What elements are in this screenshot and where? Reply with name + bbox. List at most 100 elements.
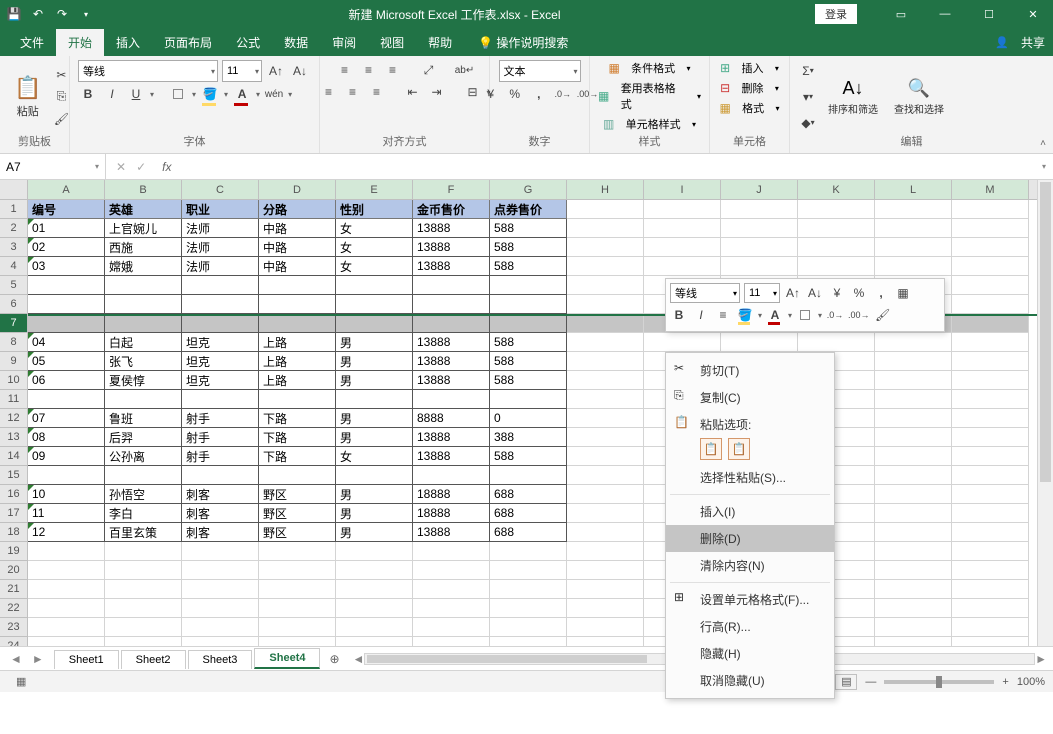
cell-E7[interactable] xyxy=(336,316,413,333)
fill-color-button[interactable]: 🪣 xyxy=(200,84,220,104)
cell-C14[interactable]: 射手 xyxy=(182,447,259,466)
cell-D18[interactable]: 野区 xyxy=(259,523,336,542)
cm-hide[interactable]: 隐藏(H) xyxy=(666,640,834,667)
cell-M7[interactable] xyxy=(952,316,1029,333)
mini-inc-decimal-icon[interactable]: .0→ xyxy=(826,306,844,324)
cell-H17[interactable] xyxy=(567,504,644,523)
cell-H18[interactable] xyxy=(567,523,644,542)
cell-B21[interactable] xyxy=(105,580,182,599)
cell-L15[interactable] xyxy=(875,466,952,485)
align-bottom-icon[interactable]: ≡ xyxy=(383,60,403,80)
cell-B8[interactable]: 白起 xyxy=(105,333,182,352)
cell-A18[interactable]: 12 xyxy=(28,523,105,542)
sheet-tab-Sheet3[interactable]: Sheet3 xyxy=(188,650,253,669)
orientation-icon[interactable]: ⤢ xyxy=(419,60,439,80)
cell-D15[interactable] xyxy=(259,466,336,485)
col-header-H[interactable]: H xyxy=(567,180,644,199)
row-header-24[interactable]: 24 xyxy=(0,637,27,646)
row-header-11[interactable]: 11 xyxy=(0,390,27,409)
cell-M11[interactable] xyxy=(952,390,1029,409)
cell-C22[interactable] xyxy=(182,599,259,618)
align-right-icon[interactable]: ≡ xyxy=(367,82,387,102)
cell-L9[interactable] xyxy=(875,352,952,371)
cell-A5[interactable] xyxy=(28,276,105,295)
cell-C4[interactable]: 法师 xyxy=(182,257,259,276)
cell-C10[interactable]: 坦克 xyxy=(182,371,259,390)
cell-A3[interactable]: 02 xyxy=(28,238,105,257)
cell-G13[interactable]: 388 xyxy=(490,428,567,447)
sort-filter-button[interactable]: A↓ 排序和筛选 xyxy=(822,76,884,118)
cell-M17[interactable] xyxy=(952,504,1029,523)
add-sheet-button[interactable]: ⊕ xyxy=(322,652,346,666)
cell-M8[interactable] xyxy=(952,333,1029,352)
cell-C23[interactable] xyxy=(182,618,259,637)
cell-G20[interactable] xyxy=(490,561,567,580)
cell-D10[interactable]: 上路 xyxy=(259,371,336,390)
cell-D8[interactable]: 上路 xyxy=(259,333,336,352)
cell-M9[interactable] xyxy=(952,352,1029,371)
row-header-5[interactable]: 5 xyxy=(0,276,27,295)
mini-bold-button[interactable]: B xyxy=(670,306,688,324)
cell-B6[interactable] xyxy=(105,295,182,314)
cell-A7[interactable] xyxy=(28,316,105,333)
mini-border-icon[interactable] xyxy=(796,306,814,324)
cell-B5[interactable] xyxy=(105,276,182,295)
mini-align-icon[interactable]: ≡ xyxy=(714,306,732,324)
cell-G24[interactable] xyxy=(490,637,567,646)
cell-L14[interactable] xyxy=(875,447,952,466)
qat-dropdown-icon[interactable]: ▾ xyxy=(78,6,94,22)
cell-A23[interactable] xyxy=(28,618,105,637)
cell-E14[interactable]: 女 xyxy=(336,447,413,466)
cell-D6[interactable] xyxy=(259,295,336,314)
merge-center-icon[interactable]: ⊟ xyxy=(463,82,483,102)
cell-C21[interactable] xyxy=(182,580,259,599)
comma-format-icon[interactable]: , xyxy=(529,84,549,104)
cell-M16[interactable] xyxy=(952,485,1029,504)
cell-K8[interactable] xyxy=(798,333,875,352)
row-header-4[interactable]: 4 xyxy=(0,257,27,276)
cell-H5[interactable] xyxy=(567,276,644,295)
cancel-formula-icon[interactable]: ✕ xyxy=(116,160,126,174)
italic-button[interactable]: I xyxy=(102,84,122,104)
cell-J1[interactable] xyxy=(721,200,798,219)
tab-帮助[interactable]: 帮助 xyxy=(416,29,464,56)
cell-H6[interactable] xyxy=(567,295,644,314)
cell-G6[interactable] xyxy=(490,295,567,314)
close-icon[interactable]: ✕ xyxy=(1013,0,1053,28)
cell-B13[interactable]: 后羿 xyxy=(105,428,182,447)
cell-C15[interactable] xyxy=(182,466,259,485)
cell-D16[interactable]: 野区 xyxy=(259,485,336,504)
cell-A22[interactable] xyxy=(28,599,105,618)
col-header-E[interactable]: E xyxy=(336,180,413,199)
cell-I1[interactable] xyxy=(644,200,721,219)
cell-E8[interactable]: 男 xyxy=(336,333,413,352)
cell-B17[interactable]: 李白 xyxy=(105,504,182,523)
row-header-1[interactable]: 1 xyxy=(0,200,27,219)
tab-数据[interactable]: 数据 xyxy=(272,29,320,56)
cell-M13[interactable] xyxy=(952,428,1029,447)
cell-K2[interactable] xyxy=(798,219,875,238)
row-header-23[interactable]: 23 xyxy=(0,618,27,637)
cell-E18[interactable]: 男 xyxy=(336,523,413,542)
cell-D4[interactable]: 中路 xyxy=(259,257,336,276)
tab-文件[interactable]: 文件 xyxy=(8,29,56,56)
cell-G1[interactable]: 点券售价 xyxy=(490,200,567,219)
delete-cells-button[interactable]: ⊟ 删除 ▾ xyxy=(720,80,779,96)
cell-E1[interactable]: 性别 xyxy=(336,200,413,219)
cell-M19[interactable] xyxy=(952,542,1029,561)
cell-M24[interactable] xyxy=(952,637,1029,646)
undo-icon[interactable]: ↶ xyxy=(30,6,46,22)
cell-A8[interactable]: 04 xyxy=(28,333,105,352)
align-left-icon[interactable]: ≡ xyxy=(319,82,339,102)
ribbon-display-icon[interactable]: ▭ xyxy=(881,0,921,28)
tab-公式[interactable]: 公式 xyxy=(224,29,272,56)
cell-F21[interactable] xyxy=(413,580,490,599)
format-as-table-button[interactable]: ▦ 套用表格格式 ▾ xyxy=(598,80,701,112)
cell-A17[interactable]: 11 xyxy=(28,504,105,523)
sheet-tab-Sheet1[interactable]: Sheet1 xyxy=(54,650,119,669)
accounting-format-icon[interactable]: ¥ xyxy=(481,84,501,104)
cell-G14[interactable]: 588 xyxy=(490,447,567,466)
cell-M15[interactable] xyxy=(952,466,1029,485)
sheet-nav-next-icon[interactable]: ► xyxy=(32,652,44,666)
cell-L8[interactable] xyxy=(875,333,952,352)
